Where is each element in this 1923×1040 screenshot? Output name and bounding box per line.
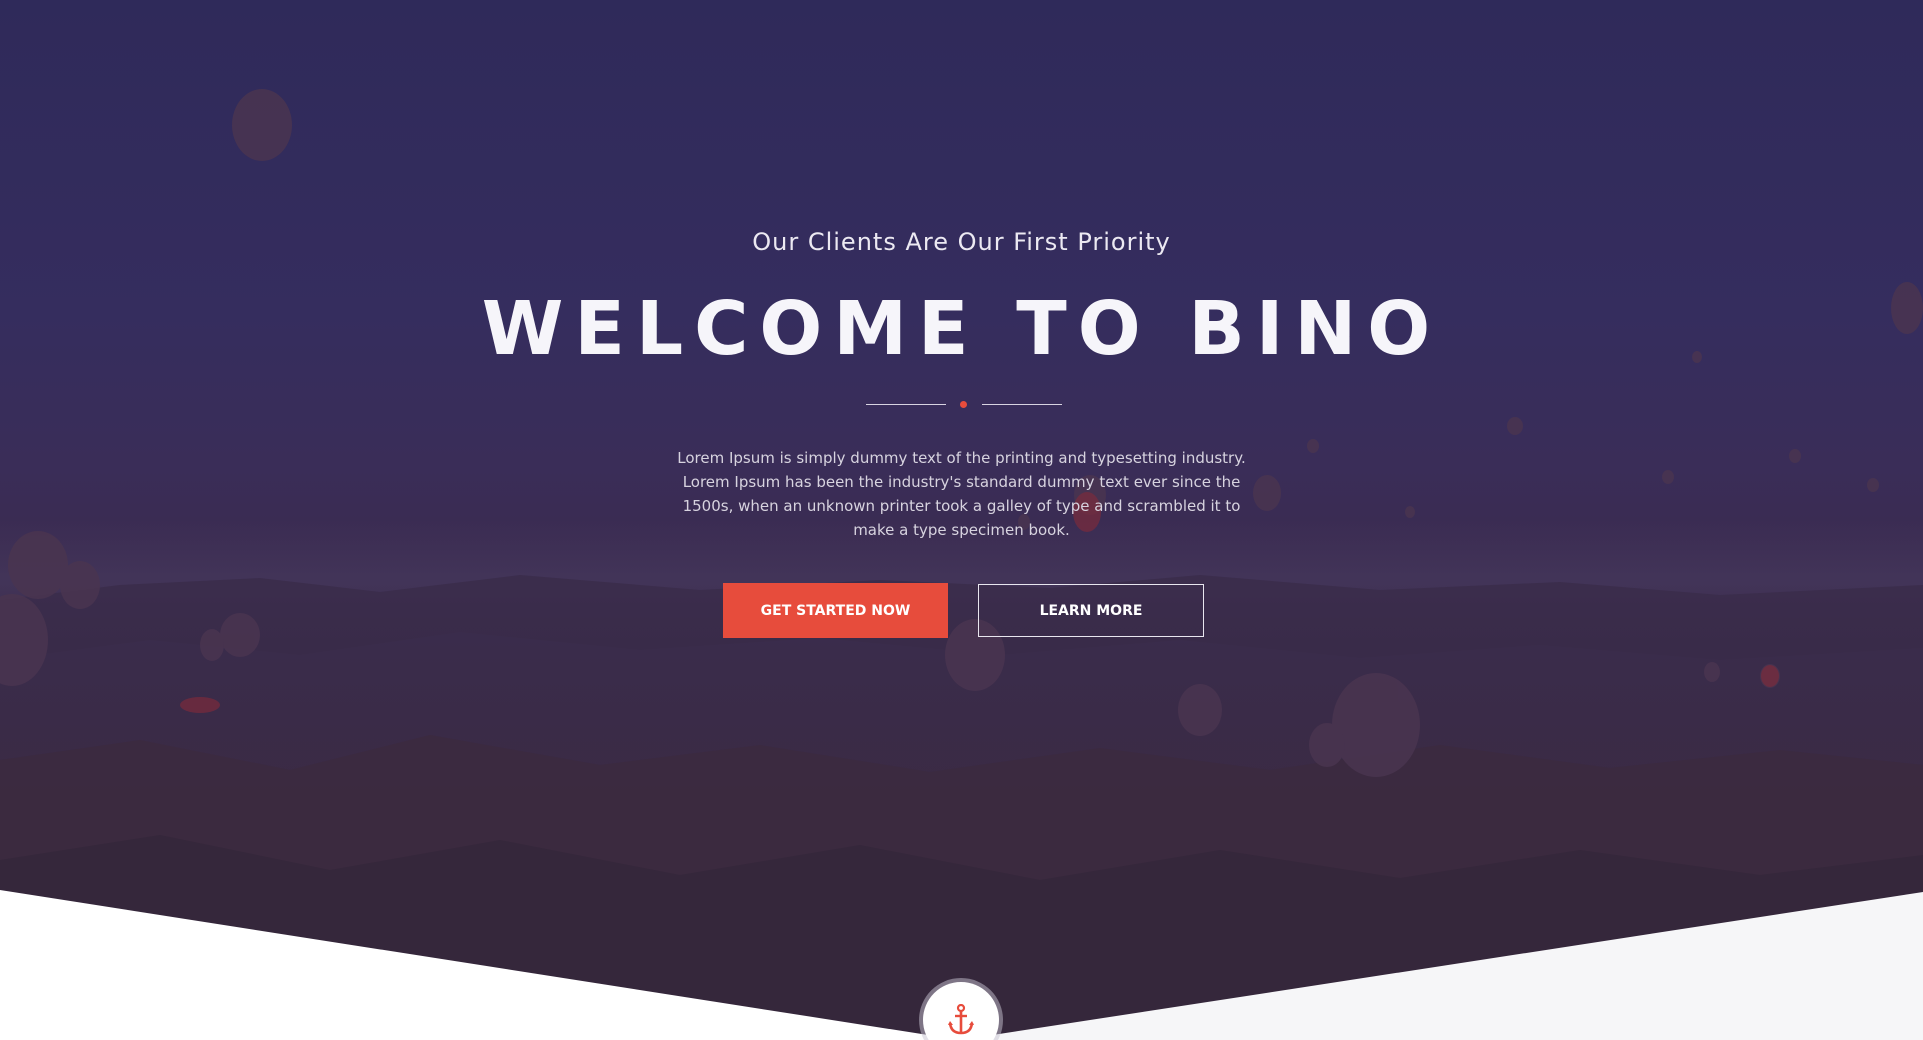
hero-subtitle: Our Clients Are Our First Priority: [752, 228, 1171, 256]
hero-title: WELCOME TO BINO: [481, 286, 1442, 372]
title-divider: [866, 400, 1062, 410]
divider-dot: [960, 401, 967, 408]
learn-more-button-label: LEARN MORE: [1039, 602, 1143, 619]
get-started-button-label: GET STARTED NOW: [760, 602, 911, 619]
anchor-icon: [948, 1004, 974, 1035]
get-started-button[interactable]: GET STARTED NOW: [723, 583, 948, 638]
divider-line-right: [982, 404, 1062, 405]
learn-more-button[interactable]: LEARN MORE: [978, 584, 1204, 637]
hero-description: Lorem Ipsum is simply dummy text of the …: [677, 449, 1246, 539]
hero-section: Our Clients Are Our First Priority WELCO…: [0, 0, 1923, 1040]
divider-line-left: [866, 404, 946, 405]
